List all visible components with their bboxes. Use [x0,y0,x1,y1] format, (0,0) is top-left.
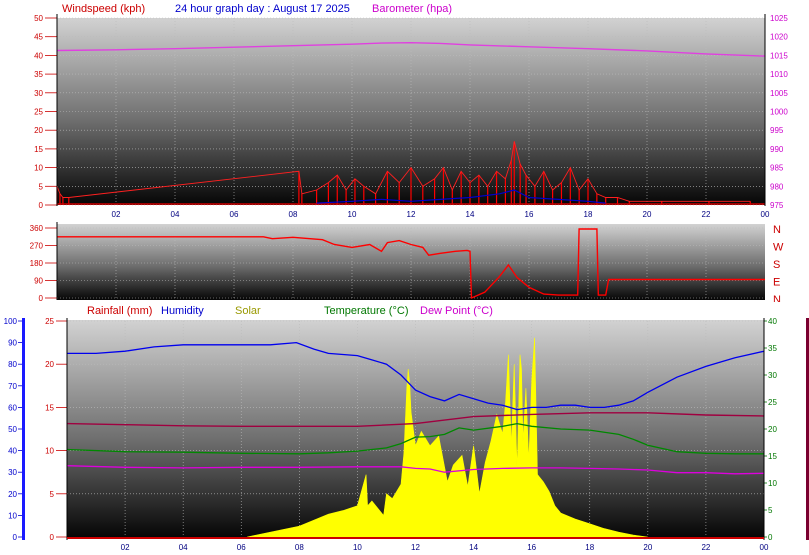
rainfall-tick-label: 0 [50,533,55,542]
p3-x-tick-label: 02 [121,543,130,552]
barometer-tick-label: 1015 [770,51,788,60]
wind-direction-panel: 360270180900NWSEN [0,220,809,306]
barometer-tick-label: 1025 [770,14,788,23]
direction-tick-label: 180 [30,259,44,268]
p3-x-tick-label: 12 [411,543,420,552]
temperature-tick-label: 25 [768,398,777,407]
p1-x-tick-label: 10 [348,210,357,219]
temperature-tick-label: 30 [768,371,777,380]
humidity-tick-label: 50 [8,425,17,434]
windspeed-tick-label: 10 [34,164,43,173]
barometer-tick-label: 1005 [770,89,788,98]
p1-x-tick-label: 22 [702,210,711,219]
p3-x-tick-label: 08 [295,543,304,552]
barometer-tick-label: 990 [770,145,784,154]
temperature-tick-label: 35 [768,344,777,353]
barometer-tick-label: 995 [770,126,784,135]
rainfall-tick-label: 25 [45,317,54,326]
windspeed-tick-label: 5 [39,182,44,191]
windspeed-tick-label: 20 [34,126,43,135]
p3-x-tick-label: 10 [353,543,362,552]
p1-x-tick-label: 08 [289,210,298,219]
p1-x-tick-label: 20 [643,210,652,219]
barometer-tick-label: 1010 [770,70,788,79]
humidity-tick-label: 80 [8,360,17,369]
p1-x-tick-label: 16 [525,210,534,219]
windspeed-tick-label: 45 [34,33,43,42]
legend-rainfall: Rainfall (mm) [87,305,152,317]
barometer-tick-label: 975 [770,201,784,210]
p1-x-tick-label: 18 [584,210,593,219]
p3-x-tick-label: 04 [179,543,188,552]
p3-x-tick-label: 14 [469,543,478,552]
p3-x-tick-label: 06 [237,543,246,552]
humidity-tick-label: 70 [8,382,17,391]
windspeed-axis-title: Windspeed (kph) [62,3,145,15]
temperature-tick-label: 15 [768,452,777,461]
windspeed-tick-label: 15 [34,145,43,154]
direction-tick-label: 90 [34,277,43,286]
humidity-tick-label: 30 [8,468,17,477]
direction-tick-label: 360 [30,224,44,233]
temperature-tick-label: 40 [768,317,777,326]
wind-barometer-panel: 0510152025303540455097598098599099510001… [0,0,809,219]
p1-x-tick-label: 06 [230,210,239,219]
p3-x-tick-label: 20 [643,543,652,552]
rainfall-tick-label: 5 [50,490,55,499]
weather-graph-page: 0 5 10 15 20 25 30 35 40 45 50 975 980 985 990 995 1000 1… [0,0,809,555]
humidity-tick-label: 0 [13,533,18,542]
rainfall-tick-label: 10 [45,447,54,456]
rainfall-tick-label: 20 [45,360,54,369]
legend-temperature: Temperature (°C) [324,305,408,317]
p1-x-tick-label: 14 [466,210,475,219]
windspeed-tick-label: 25 [34,108,43,117]
humidity-tick-label: 10 [8,511,17,520]
p3-x-tick-label: 22 [701,543,710,552]
p1-x-tick-label: 00 [761,210,770,219]
humidity-tick-label: 40 [8,447,17,456]
compass-label: W [773,242,784,254]
windspeed-tick-label: 0 [39,201,44,210]
windspeed-tick-label: 50 [34,14,43,23]
p3-x-tick-label: 18 [585,543,594,552]
humidity-tick-label: 20 [8,490,17,499]
p3-x-tick-label: 00 [760,543,769,552]
chart-title: 24 hour graph day : August 17 2025 [175,3,350,15]
humidity-tick-label: 60 [8,403,17,412]
barometer-tick-label: 985 [770,164,784,173]
temperature-tick-label: 5 [768,506,773,515]
p1-x-tick-label: 12 [407,210,416,219]
temperature-tick-label: 0 [768,533,773,542]
direction-tick-label: 270 [30,242,44,251]
direction-tick-label: 0 [39,294,44,303]
windspeed-tick-label: 40 [34,51,43,60]
compass-label: N [773,224,781,236]
legend-solar: Solar [235,305,261,317]
barometer-axis-title: Barometer (hpa) [372,3,452,15]
rainfall-tick-label: 15 [45,403,54,412]
humidity-tick-label: 90 [8,339,17,348]
barometer-tick-label: 1020 [770,33,788,42]
p3-x-tick-label: 16 [527,543,536,552]
weather-charts: 0510152025303540455097598098599099510001… [0,0,809,555]
temperature-tick-label: 10 [768,479,777,488]
climate-panel: 0102030405060708090100051015202505101520… [0,302,809,555]
compass-label: E [773,277,780,289]
windspeed-tick-label: 35 [34,70,43,79]
temperature-tick-label: 20 [768,425,777,434]
p1-x-tick-label: 04 [171,210,180,219]
humidity-axis-bar [22,318,25,540]
p1-x-tick-label: 02 [112,210,121,219]
legend-dewpoint: Dew Point (°C) [420,305,493,317]
barometer-tick-label: 980 [770,182,784,191]
humidity-tick-label: 100 [4,317,18,326]
compass-label: S [773,259,780,271]
legend-humidity: Humidity [161,305,204,317]
barometer-tick-label: 1000 [770,108,788,117]
windspeed-tick-label: 30 [34,89,43,98]
